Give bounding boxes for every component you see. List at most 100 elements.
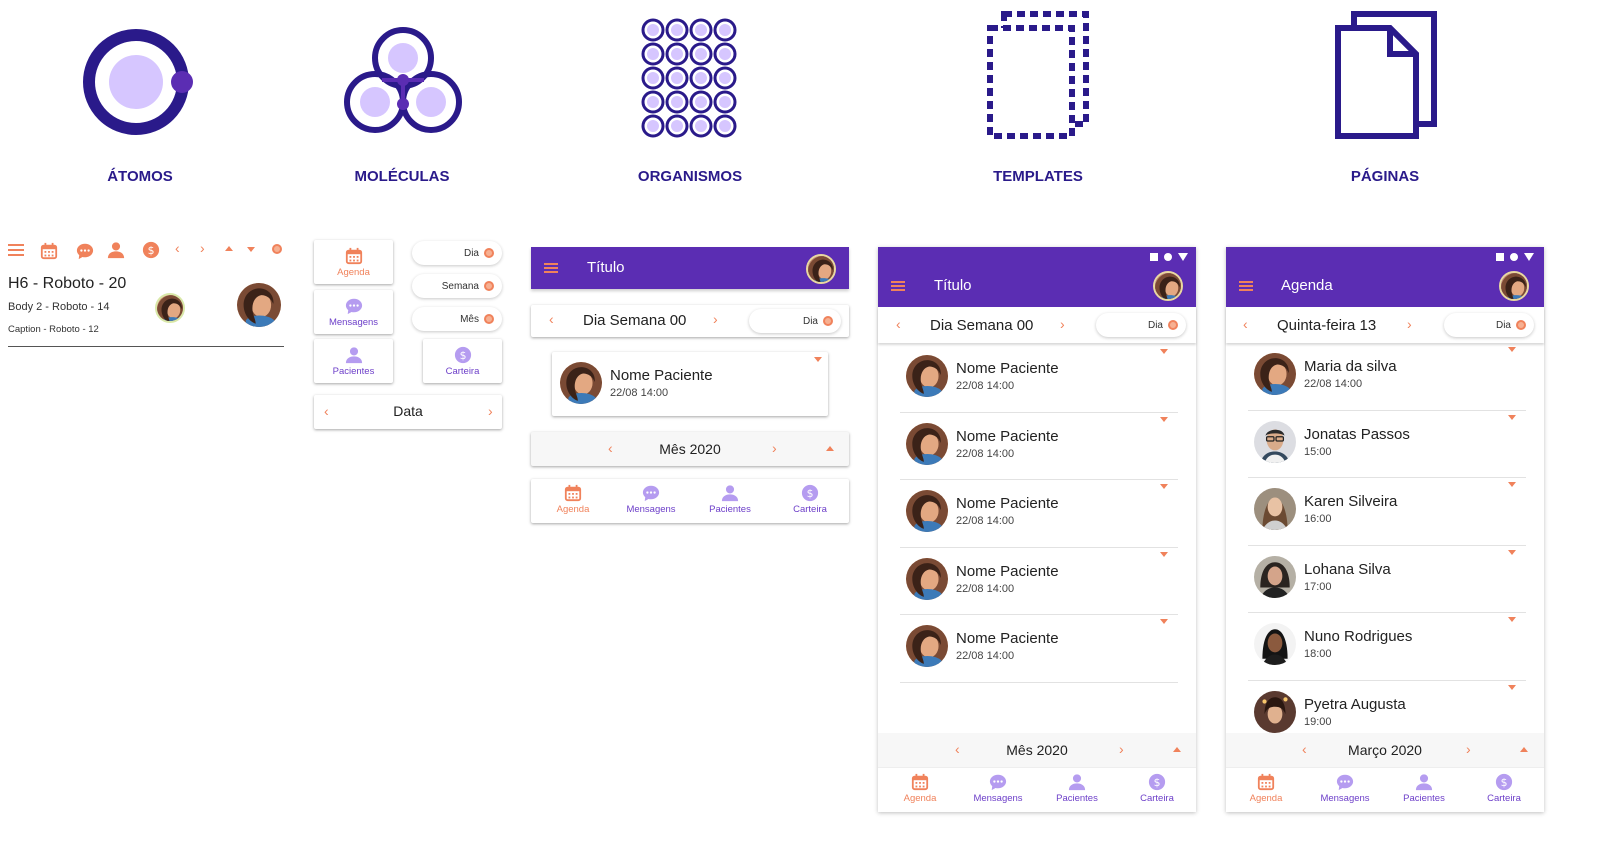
chevron-right-icon[interactable]: › [1119,741,1124,757]
chevron-right-icon[interactable]: › [1466,741,1471,757]
arrow-down-icon[interactable] [1508,549,1516,555]
pill-dia[interactable]: Dia [1444,313,1534,337]
nav-button-agenda[interactable]: Agenda [314,240,393,284]
money-icon[interactable] [142,241,160,259]
arrow-down-icon[interactable] [1508,347,1516,352]
list-item[interactable]: Nome Paciente 22/08 14:00 [878,345,1196,413]
arrow-down-icon[interactable] [1160,484,1168,490]
nav-label: Pacientes [709,504,751,515]
arrow-down-icon[interactable] [1160,619,1168,625]
arrow-down-icon[interactable] [1160,551,1168,557]
chevron-left-icon[interactable]: ‹ [549,311,554,327]
patient-list: Nome Paciente 22/08 14:00 Nome Paciente 22/… [878,345,1196,683]
chevron-right-icon[interactable]: › [200,240,205,256]
day-label: Dia Semana 00 [583,312,687,329]
list-item[interactable]: Lohana Silva 17:00 [1226,546,1544,614]
nav-item-carteira[interactable]: Carteira [783,484,837,515]
list-item[interactable]: Karen Silveira 16:00 [1226,478,1544,546]
nav-button-mensagens[interactable]: Mensagens [314,290,393,334]
chat-icon[interactable] [76,242,94,260]
atom-icon [83,29,193,135]
list-item[interactable]: Nome Paciente 22/08 14:00 [878,413,1196,481]
list-item[interactable]: Maria da silva 22/08 14:00 [1226,343,1544,411]
nav-item-mensagens[interactable]: Mensagens [968,773,1028,804]
patient-time: 15:00 [1304,445,1332,458]
money-icon [1148,773,1166,791]
nav-item-pacientes[interactable]: Pacientes [701,484,759,515]
nav-button-pacientes[interactable]: Pacientes [314,339,393,383]
h6-sample: H6 - Roboto - 20 [8,275,127,292]
nav-item-agenda[interactable]: Agenda [551,484,595,515]
category-label: ORGANISMOS [637,168,743,185]
date-label: Data [393,403,423,419]
hamburger-icon[interactable] [8,244,24,256]
arrow-down-icon[interactable] [1508,617,1516,623]
chevron-right-icon[interactable]: › [772,440,777,456]
list-item[interactable]: Jonatas Passos 15:00 [1226,411,1544,479]
arrow-up-icon[interactable] [1520,747,1528,752]
hamburger-icon[interactable] [544,263,558,273]
arrow-down-icon[interactable] [1508,482,1516,488]
list-item[interactable]: Pyetra Augusta 19:00 [1226,681,1544,733]
nav-item-mensagens[interactable]: Mensagens [1315,773,1375,804]
arrow-down-icon[interactable] [814,357,822,362]
nav-item-agenda[interactable]: Agenda [898,773,942,804]
calendar-icon[interactable] [40,242,58,260]
nav-item-pacientes[interactable]: Pacientes [1048,773,1106,804]
avatar[interactable] [1153,271,1183,301]
pill-dia[interactable]: Dia [749,309,841,333]
pill-dia[interactable]: Dia [412,241,502,265]
nav-item-carteira[interactable]: Carteira [1477,773,1531,804]
hamburger-icon[interactable] [1239,281,1253,291]
arrow-down-icon[interactable] [1508,414,1516,420]
list-item[interactable]: Nome Paciente 22/08 14:00 [878,548,1196,616]
page-phone: Agenda ‹ Quinta-feira 13 › Dia Maria da … [1226,247,1544,812]
avatar[interactable] [806,254,836,284]
pill-semana[interactable]: Semana [412,274,502,298]
calendar-icon [1257,773,1275,791]
arrow-up-icon[interactable] [1173,747,1181,752]
pill-mes[interactable]: Mês [412,307,502,331]
chevron-right-icon[interactable]: › [1060,316,1065,332]
arrow-up-icon[interactable] [826,446,834,451]
avatar [1254,556,1296,598]
patient-name: Karen Silveira [1304,493,1398,511]
chevron-right-icon[interactable]: › [713,311,718,327]
chat-icon [989,773,1007,791]
nav-item-mensagens[interactable]: Mensagens [621,484,681,515]
nav-item-agenda[interactable]: Agenda [1244,773,1288,804]
arrow-down-icon[interactable] [1160,349,1168,354]
list-item[interactable]: Nome Paciente 22/08 14:00 [878,615,1196,683]
avatar[interactable] [1499,271,1529,301]
nav-button-carteira[interactable]: Carteira [423,339,502,383]
money-icon [1495,773,1513,791]
list-item[interactable]: Nuno Rodrigues 18:00 [1226,613,1544,681]
nav-label: Mensagens [973,793,1023,804]
hamburger-icon[interactable] [891,281,905,291]
arrow-down-icon[interactable] [1508,685,1516,690]
patient-name: Nome Paciente [956,360,1059,377]
person-icon[interactable] [107,241,125,259]
month-label: Março 2020 [1348,742,1422,758]
pill-label: Semana [441,280,479,292]
patient-card[interactable]: Nome Paciente 22/08 14:00 [552,352,828,416]
chevron-left-icon[interactable]: ‹ [896,316,901,332]
chevron-right-icon[interactable]: › [488,403,493,419]
chevron-right-icon[interactable]: › [1407,316,1412,332]
person-icon [1415,773,1433,791]
chevron-left-icon[interactable]: ‹ [175,240,180,256]
nav-item-carteira[interactable]: Carteira [1130,773,1184,804]
nav-item-pacientes[interactable]: Pacientes [1395,773,1453,804]
dot-icon[interactable] [270,243,282,255]
chevron-left-icon[interactable]: ‹ [1243,316,1248,332]
arrow-down-icon[interactable] [247,247,255,252]
pill-dia[interactable]: Dia [1096,313,1186,337]
avatar [906,490,948,532]
arrow-down-icon[interactable] [1160,416,1168,422]
nav-label: Mensagens [626,504,676,515]
list-item[interactable]: Nome Paciente 22/08 14:00 [878,480,1196,548]
patient-time: 22/08 14:00 [956,650,1015,663]
patient-time: 16:00 [1304,513,1332,526]
arrow-up-icon[interactable] [225,246,233,251]
avatar [906,355,948,397]
